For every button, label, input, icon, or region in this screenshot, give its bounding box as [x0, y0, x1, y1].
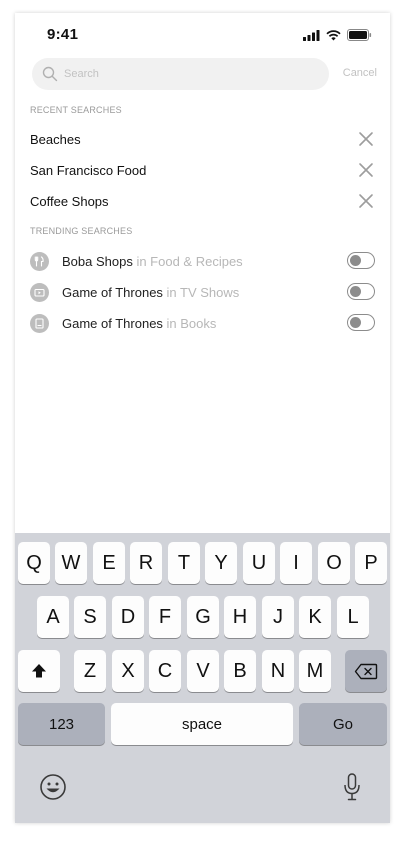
tv-icon: [30, 283, 49, 302]
key-x[interactable]: X: [112, 650, 144, 692]
keyboard: Q W E R T Y U I O P A S D F G H J K L Z …: [15, 533, 390, 823]
trending-search-title: Game of Thrones: [62, 316, 163, 331]
book-icon: [30, 314, 49, 333]
trending-search-item[interactable]: Boba Shops in Food & Recipes: [30, 246, 375, 277]
shift-key[interactable]: [18, 650, 60, 692]
recent-search-label: San Francisco Food: [30, 163, 147, 178]
key-a[interactable]: A: [37, 596, 69, 638]
key-g[interactable]: G: [187, 596, 219, 638]
trending-toggle[interactable]: [347, 283, 375, 300]
key-k[interactable]: K: [299, 596, 331, 638]
key-r[interactable]: R: [130, 542, 162, 584]
shift-icon: [32, 664, 46, 678]
key-n[interactable]: N: [262, 650, 294, 692]
recent-search-label: Coffee Shops: [30, 194, 109, 209]
key-m[interactable]: M: [299, 650, 331, 692]
microphone-icon[interactable]: [342, 772, 362, 802]
key-c[interactable]: C: [149, 650, 181, 692]
status-icons: [303, 28, 372, 42]
search-icon: [42, 66, 58, 82]
toggle-knob: [350, 316, 361, 328]
status-bar: 9:41: [15, 13, 390, 57]
go-key[interactable]: Go: [299, 703, 387, 745]
key-d[interactable]: D: [112, 596, 144, 638]
recent-search-item[interactable]: San Francisco Food: [30, 155, 375, 186]
trending-search-title: Boba Shops: [62, 254, 133, 269]
remove-icon[interactable]: [358, 162, 374, 178]
trending-toggle[interactable]: [347, 252, 375, 269]
space-key[interactable]: space: [111, 703, 293, 745]
emoji-icon[interactable]: [39, 773, 67, 801]
recent-searches-heading: RECENT SEARCHES: [30, 105, 122, 115]
key-w[interactable]: W: [55, 542, 87, 584]
trending-search-item[interactable]: Game of Thrones in Books: [30, 308, 375, 339]
trending-search-category: in TV Shows: [162, 285, 240, 300]
wifi-icon: [326, 29, 341, 40]
recent-search-label: Beaches: [30, 132, 81, 147]
key-i[interactable]: I: [280, 542, 312, 584]
key-q[interactable]: Q: [18, 542, 50, 584]
trending-search-category: in Food & Recipes: [132, 254, 243, 269]
key-u[interactable]: U: [243, 542, 275, 584]
key-l[interactable]: L: [337, 596, 369, 638]
trending-search-text: Boba Shops in Food & Recipes: [62, 254, 243, 269]
key-j[interactable]: J: [262, 596, 294, 638]
key-h[interactable]: H: [224, 596, 256, 638]
key-f[interactable]: F: [149, 596, 181, 638]
key-o[interactable]: O: [318, 542, 350, 584]
cancel-button[interactable]: Cancel: [343, 67, 377, 79]
key-p[interactable]: P: [355, 542, 387, 584]
signal-icon: [303, 29, 320, 41]
key-v[interactable]: V: [187, 650, 219, 692]
search-input[interactable]: [64, 58, 314, 90]
search-row: Cancel: [32, 58, 377, 90]
phone-screen: 9:41 Search Cancel RECENT SEARCHES Beach…: [15, 13, 390, 823]
trending-search-item[interactable]: Game of Thrones in TV Shows: [30, 277, 375, 308]
trending-search-category: in Books: [162, 316, 217, 331]
key-e[interactable]: E: [93, 542, 125, 584]
remove-icon[interactable]: [358, 131, 374, 147]
trending-searches-heading: TRENDING SEARCHES: [30, 226, 133, 236]
trending-toggle[interactable]: [347, 314, 375, 331]
key-y[interactable]: Y: [205, 542, 237, 584]
battery-icon: [347, 29, 372, 41]
key-t[interactable]: T: [168, 542, 200, 584]
delete-key[interactable]: [345, 650, 387, 692]
trending-search-text: Game of Thrones in TV Shows: [62, 285, 239, 300]
recent-search-item[interactable]: Coffee Shops: [30, 186, 375, 217]
status-time: 9:41: [47, 26, 79, 43]
search-field[interactable]: [32, 58, 329, 90]
toggle-knob: [350, 285, 361, 297]
toggle-knob: [350, 254, 361, 266]
fork-knife-icon: [30, 252, 49, 271]
trending-search-text: Game of Thrones in Books: [62, 316, 216, 331]
remove-icon[interactable]: [358, 193, 374, 209]
key-s[interactable]: S: [74, 596, 106, 638]
backspace-icon: [354, 663, 378, 679]
numbers-key[interactable]: 123: [18, 703, 105, 745]
key-b[interactable]: B: [224, 650, 256, 692]
trending-search-title: Game of Thrones: [62, 285, 163, 300]
recent-search-item[interactable]: Beaches: [30, 124, 375, 155]
key-z[interactable]: Z: [74, 650, 106, 692]
